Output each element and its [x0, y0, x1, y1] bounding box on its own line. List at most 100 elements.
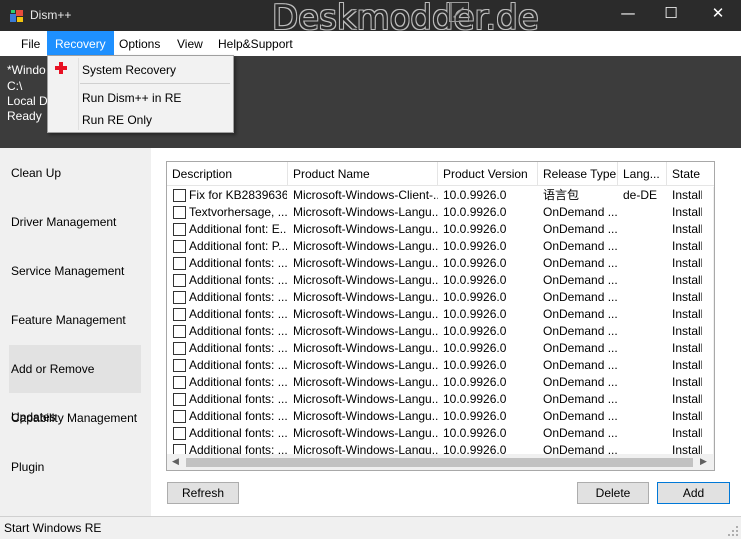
cell-product-name: Microsoft-Windows-Langu...	[293, 409, 438, 423]
row-checkbox[interactable]	[173, 393, 186, 406]
row-checkbox[interactable]	[173, 240, 186, 253]
table-row[interactable]: Additional font: E... Microsoft-Windows-L…	[167, 221, 702, 238]
minimize-button[interactable]: —	[605, 0, 651, 31]
horizontal-scroll-thumb[interactable]	[186, 458, 693, 467]
table-row[interactable]: Fix for KB2839636 Microsoft-Windows-Clien…	[167, 187, 702, 204]
cell-state: Installe	[672, 341, 702, 355]
table-row[interactable]: Additional fonts: ... Microsoft-Windows-L…	[167, 357, 702, 374]
table-row[interactable]: Additional fonts: ... Microsoft-Windows-L…	[167, 391, 702, 408]
cell-product-name: Microsoft-Windows-Langu...	[293, 375, 438, 389]
sidebar-item-feature-management[interactable]: Feature Management	[9, 296, 141, 344]
sidebar-item-add-remove-updates[interactable]: Add or Remove Updates	[9, 345, 141, 424]
cell-description: Additional fonts: ...	[189, 426, 287, 440]
info-location: Local D	[7, 94, 48, 108]
cell-state: Installe	[672, 256, 702, 270]
menu-item-run-re-only[interactable]: Run RE Only	[82, 113, 152, 127]
resize-grip-icon[interactable]	[727, 525, 739, 537]
cell-release-type: OnDemand ...	[543, 273, 618, 287]
row-checkbox[interactable]	[173, 274, 186, 287]
cell-state: Installe	[672, 375, 702, 389]
row-checkbox[interactable]	[173, 376, 186, 389]
table-row[interactable]: Additional fonts: ... Microsoft-Windows-L…	[167, 340, 702, 357]
refresh-button[interactable]: Refresh	[167, 482, 239, 504]
maximize-button[interactable]: ☐	[648, 0, 694, 31]
cell-language	[623, 306, 667, 323]
cell-product-version: 10.0.9926.0	[443, 273, 507, 287]
horizontal-scrollbar[interactable]: ◀ ▶	[167, 454, 714, 470]
menu-file[interactable]: File	[13, 31, 48, 56]
cell-product-name: Microsoft-Windows-Langu...	[293, 290, 438, 304]
cell-language	[623, 374, 667, 391]
cell-release-type: OnDemand ...	[543, 239, 618, 253]
cell-release-type: OnDemand ...	[543, 222, 618, 236]
delete-button[interactable]: Delete	[577, 482, 649, 504]
table-row[interactable]: Textvorhersage, ... Microsoft-Windows-Lan…	[167, 204, 702, 221]
row-checkbox[interactable]	[173, 223, 186, 236]
menu-item-system-recovery[interactable]: System Recovery	[82, 63, 176, 77]
column-product-name[interactable]: Product Name	[288, 162, 438, 186]
add-button[interactable]: Add	[657, 482, 730, 504]
status-text: Start Windows RE	[4, 521, 102, 535]
menu-help-support[interactable]: Help&Support	[210, 31, 301, 56]
column-release-type[interactable]: Release Type	[538, 162, 618, 186]
cell-product-name: Microsoft-Windows-Langu...	[293, 205, 438, 219]
row-checkbox[interactable]	[173, 257, 186, 270]
cell-release-type: OnDemand ...	[543, 205, 618, 219]
sidebar-item-plugin[interactable]: Plugin	[9, 443, 141, 491]
table-row[interactable]: Additional fonts: ... Microsoft-Windows-L…	[167, 272, 702, 289]
menu-icon-gutter	[78, 58, 79, 130]
column-product-version[interactable]: Product Version	[438, 162, 538, 186]
row-checkbox[interactable]	[173, 410, 186, 423]
row-checkbox[interactable]	[173, 359, 186, 372]
row-checkbox[interactable]	[173, 342, 186, 355]
menu-options[interactable]: Options	[111, 31, 168, 56]
cell-state: Installe	[672, 290, 702, 304]
status-bar: Start Windows RE	[0, 516, 741, 539]
sidebar-item-capability-management[interactable]: Capability Management	[9, 394, 141, 442]
table-row[interactable]: Additional fonts: ... Microsoft-Windows-L…	[167, 374, 702, 391]
table-row[interactable]: Additional fonts: ... Microsoft-Windows-L…	[167, 289, 702, 306]
cell-language	[623, 408, 667, 425]
cell-product-version: 10.0.9926.0	[443, 392, 507, 406]
row-checkbox[interactable]	[173, 308, 186, 321]
cell-release-type: OnDemand ...	[543, 324, 618, 338]
sidebar-item-driver-management[interactable]: Driver Management	[9, 198, 141, 246]
menu-view[interactable]: View	[169, 31, 211, 56]
info-image-name: *Windo	[7, 63, 46, 77]
column-description[interactable]: Description	[167, 162, 288, 186]
sidebar-item-service-management[interactable]: Service Management	[9, 247, 141, 295]
cell-product-name: Microsoft-Windows-Langu...	[293, 307, 438, 321]
row-checkbox[interactable]	[173, 206, 186, 219]
menu-item-run-dism-in-re[interactable]: Run Dism++ in RE	[82, 91, 181, 105]
row-checkbox[interactable]	[173, 291, 186, 304]
table-row[interactable]: Additional fonts: ... Microsoft-Windows-L…	[167, 306, 702, 323]
table-row[interactable]: Additional fonts: ... Microsoft-Windows-L…	[167, 408, 702, 425]
menu-recovery[interactable]: Recovery	[47, 31, 114, 56]
cell-product-version: 10.0.9926.0	[443, 205, 507, 219]
cell-product-name: Microsoft-Windows-Langu...	[293, 273, 438, 287]
column-language[interactable]: Lang...	[618, 162, 667, 186]
row-checkbox[interactable]	[173, 189, 186, 202]
cell-description: Additional fonts: ...	[189, 290, 287, 304]
table-row[interactable]: Additional fonts: ... Microsoft-Windows-L…	[167, 255, 702, 272]
table-row[interactable]: Additional fonts: ... Microsoft-Windows-L…	[167, 323, 702, 340]
cell-language	[623, 272, 667, 289]
sidebar-item-clean-up[interactable]: Clean Up	[9, 149, 141, 197]
cell-description: Textvorhersage, ...	[189, 205, 287, 219]
red-cross-icon	[55, 62, 67, 74]
cell-language	[623, 221, 667, 238]
scroll-right-icon[interactable]: ▶	[700, 457, 707, 467]
row-checkbox[interactable]	[173, 325, 186, 338]
column-state[interactable]: State	[667, 162, 714, 186]
close-button[interactable]: ✕	[695, 0, 741, 31]
scroll-left-icon[interactable]: ◀	[172, 457, 179, 467]
row-checkbox[interactable]	[173, 427, 186, 440]
window-title: Dism++	[30, 8, 72, 22]
vertical-scrollbar[interactable]: ▲ ▼	[713, 187, 714, 455]
cell-product-version: 10.0.9926.0	[443, 188, 507, 202]
table-row[interactable]: Additional font: P... Microsoft-Windows-L…	[167, 238, 702, 255]
cell-language	[623, 289, 667, 306]
cell-product-name: Microsoft-Windows-Client-...	[293, 188, 438, 202]
table-row[interactable]: Additional fonts: ... Microsoft-Windows-L…	[167, 425, 702, 442]
cell-state: Installe	[672, 307, 702, 321]
